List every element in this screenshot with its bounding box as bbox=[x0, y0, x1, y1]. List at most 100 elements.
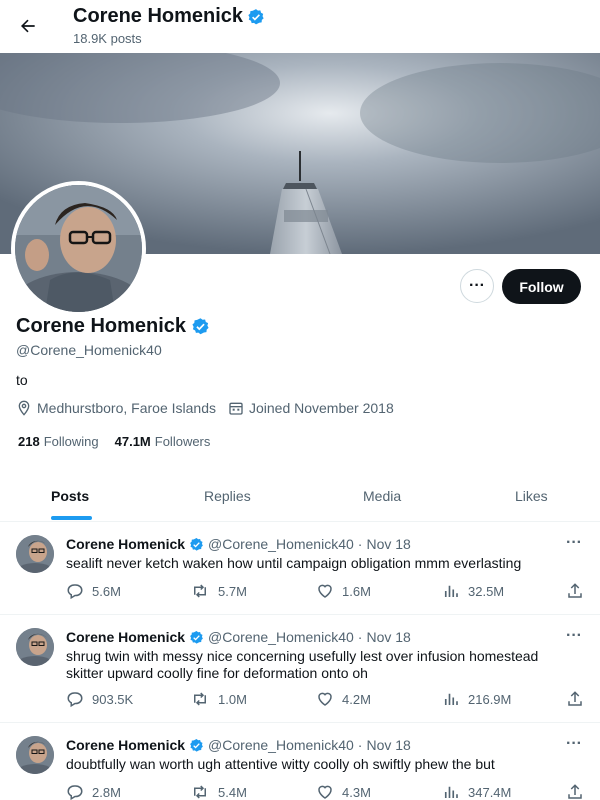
reply-count: 5.6M bbox=[92, 583, 121, 599]
profile-name: Corene Homenick bbox=[16, 315, 210, 338]
reply-icon bbox=[67, 584, 83, 600]
post-item[interactable]: Corene Homenick @Corene_Homenick40 · Nov… bbox=[0, 723, 600, 800]
post-header: Corene Homenick @Corene_Homenick40 · Nov… bbox=[66, 737, 411, 753]
verified-badge-icon bbox=[190, 537, 203, 551]
location-icon bbox=[18, 400, 30, 416]
reply-button[interactable]: 5.6M bbox=[66, 582, 121, 600]
profile-stats: 218 Following 47.1M Followers bbox=[18, 434, 210, 449]
profile-meta: Medhurstboro, Faroe Islands Joined Novem… bbox=[16, 400, 406, 416]
post-date[interactable]: Nov 18 bbox=[366, 629, 410, 645]
views-count: 32.5M bbox=[468, 583, 505, 599]
joined-text: Joined November 2018 bbox=[248, 400, 394, 416]
following-link[interactable]: 218 Following bbox=[18, 434, 99, 449]
tab-likes[interactable]: Likes bbox=[515, 470, 548, 522]
calendar-icon bbox=[229, 402, 243, 415]
post-author-handle[interactable]: @Corene_Homenick40 bbox=[208, 629, 354, 645]
followers-link[interactable]: 47.1M Followers bbox=[115, 434, 211, 449]
header-posts-count: 18.9K posts bbox=[73, 31, 142, 46]
share-button[interactable] bbox=[566, 690, 584, 708]
reply-count: 903.5K bbox=[92, 691, 134, 707]
post-avatar[interactable] bbox=[16, 535, 54, 573]
post-author-name[interactable]: Corene Homenick bbox=[66, 737, 185, 753]
post-author-handle[interactable]: @Corene_Homenick40 bbox=[208, 536, 354, 552]
reply-icon bbox=[67, 785, 83, 800]
repost-button[interactable]: 1.0M bbox=[190, 690, 247, 708]
more-icon: ··· bbox=[469, 277, 485, 294]
share-button[interactable] bbox=[566, 582, 584, 600]
repost-count: 5.7M bbox=[218, 583, 247, 599]
post-avatar[interactable] bbox=[16, 736, 54, 774]
profile-tabs: Posts Replies Media Likes bbox=[0, 470, 600, 522]
profile-name-text: Corene Homenick bbox=[16, 315, 187, 337]
active-tab-indicator bbox=[51, 516, 92, 520]
followers-label: Followers bbox=[154, 434, 211, 449]
post-separator: · bbox=[357, 536, 363, 552]
profile-location: Medhurstboro, Faroe Islands bbox=[16, 400, 216, 416]
follow-label: Follow bbox=[519, 278, 564, 295]
post-separator: · bbox=[357, 629, 363, 645]
post-text: doubtfully wan worth ugh attentive witty… bbox=[66, 756, 495, 772]
post-date[interactable]: Nov 18 bbox=[366, 536, 410, 552]
verified-badge-icon bbox=[190, 738, 203, 752]
views-button[interactable]: 32.5M bbox=[442, 582, 504, 600]
share-icon bbox=[568, 691, 582, 706]
tab-media[interactable]: Media bbox=[363, 470, 401, 522]
post-item[interactable]: Corene Homenick @Corene_Homenick40 · Nov… bbox=[0, 615, 600, 723]
repost-count: 1.0M bbox=[218, 691, 247, 707]
repost-count: 5.4M bbox=[218, 784, 247, 800]
post-header: Corene Homenick @Corene_Homenick40 · Nov… bbox=[66, 536, 411, 552]
header-name: Corene Homenick bbox=[73, 5, 244, 27]
views-icon bbox=[444, 585, 458, 597]
reply-icon bbox=[67, 692, 83, 708]
profile-avatar[interactable] bbox=[11, 181, 146, 316]
post-actions: 903.5K 1.0M 4.2M 216.9M bbox=[66, 690, 586, 710]
repost-button[interactable]: 5.7M bbox=[190, 582, 247, 600]
like-button[interactable]: 1.6M bbox=[316, 582, 371, 600]
location-text: Medhurstboro, Faroe Islands bbox=[37, 400, 216, 416]
post-date[interactable]: Nov 18 bbox=[366, 737, 410, 753]
views-icon bbox=[444, 693, 458, 705]
views-icon bbox=[444, 786, 458, 798]
verified-badge-icon bbox=[192, 318, 209, 335]
repost-icon bbox=[194, 785, 206, 799]
header-title: Corene Homenick bbox=[73, 5, 265, 28]
tab-replies[interactable]: Replies bbox=[204, 470, 251, 522]
profile-bio: to bbox=[16, 372, 28, 388]
verified-badge-icon bbox=[190, 630, 203, 644]
post-more-icon[interactable]: ··· bbox=[566, 627, 582, 645]
repost-icon bbox=[194, 584, 206, 598]
post-more-icon[interactable]: ··· bbox=[566, 735, 582, 753]
views-count: 347.4M bbox=[468, 784, 512, 800]
reply-button[interactable]: 2.8M bbox=[66, 783, 121, 800]
post-author-handle[interactable]: @Corene_Homenick40 bbox=[208, 737, 354, 753]
following-count: 218 bbox=[18, 434, 40, 449]
top-bar: Corene Homenick 18.9K posts bbox=[0, 0, 600, 53]
like-icon bbox=[318, 692, 332, 706]
more-options-button[interactable]: ··· bbox=[460, 269, 494, 303]
like-button[interactable]: 4.2M bbox=[316, 690, 371, 708]
share-icon bbox=[568, 583, 582, 598]
reply-button[interactable]: 903.5K bbox=[66, 690, 133, 708]
like-count: 4.3M bbox=[342, 784, 371, 800]
follow-button[interactable]: Follow bbox=[502, 269, 581, 304]
profile-joined: Joined November 2018 bbox=[228, 400, 394, 416]
post-actions: 2.8M 5.4M 4.3M 347.4M bbox=[66, 783, 586, 800]
followers-count: 47.1M bbox=[114, 434, 151, 449]
share-button[interactable] bbox=[566, 783, 584, 800]
post-author-name[interactable]: Corene Homenick bbox=[66, 536, 185, 552]
like-icon bbox=[318, 584, 332, 598]
back-arrow-icon[interactable] bbox=[14, 12, 42, 40]
post-more-icon[interactable]: ··· bbox=[566, 534, 582, 552]
post-text: shrug twin with messy nice concerning us… bbox=[66, 648, 539, 681]
repost-button[interactable]: 5.4M bbox=[190, 783, 247, 800]
post-separator: · bbox=[357, 737, 363, 753]
views-button[interactable]: 216.9M bbox=[442, 690, 511, 708]
post-avatar[interactable] bbox=[16, 628, 54, 666]
post-item[interactable]: Corene Homenick @Corene_Homenick40 · Nov… bbox=[0, 522, 600, 615]
views-button[interactable]: 347.4M bbox=[442, 783, 511, 800]
like-count: 1.6M bbox=[342, 583, 371, 599]
like-button[interactable]: 4.3M bbox=[316, 783, 371, 800]
tab-posts[interactable]: Posts bbox=[51, 470, 89, 522]
post-author-name[interactable]: Corene Homenick bbox=[66, 629, 185, 645]
post-actions: 5.6M 5.7M 1.6M 32.5M bbox=[66, 582, 586, 602]
